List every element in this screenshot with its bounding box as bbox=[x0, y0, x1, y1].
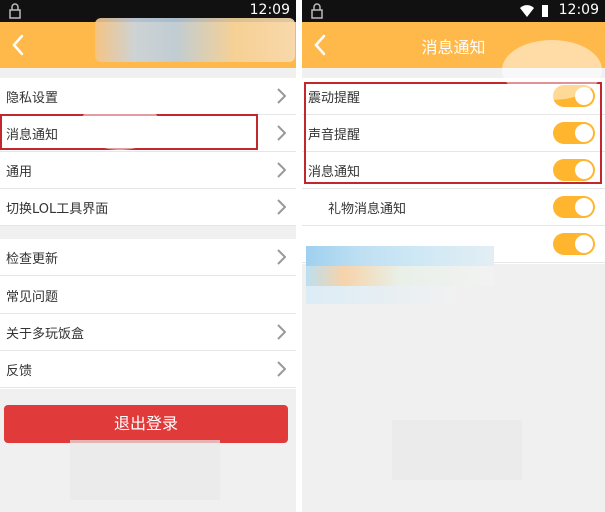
settings-row-switch-lol[interactable]: 切换LOL工具界面 bbox=[0, 189, 296, 226]
wifi-icon bbox=[520, 5, 534, 17]
settings-screen: 12:09 隐私设置 消息通知 通用 切换LOL工具界面 检查更新 常见问题 关… bbox=[0, 0, 296, 512]
toggle-row-vibrate: 震动提醒 bbox=[302, 78, 605, 115]
chevron-right-icon bbox=[277, 361, 286, 377]
status-bar: 12:09 bbox=[302, 0, 605, 22]
toggle-knob bbox=[575, 87, 593, 105]
row-label: 消息通知 bbox=[6, 128, 59, 143]
toggle-5[interactable] bbox=[553, 233, 595, 255]
battery-icon bbox=[542, 5, 548, 17]
lock-icon bbox=[311, 3, 323, 19]
row-label: 常见问题 bbox=[6, 290, 59, 305]
toggle-knob bbox=[575, 235, 593, 253]
watermark-blur bbox=[392, 420, 522, 480]
notification-toggles: 震动提醒 声音提醒 消息通知 礼物消息通知 bbox=[302, 78, 605, 264]
toggle-row-sound: 声音提醒 bbox=[302, 115, 605, 152]
toggle-row-5 bbox=[302, 226, 605, 263]
settings-row-general[interactable]: 通用 bbox=[0, 152, 296, 189]
logout-button[interactable]: 退出登录 bbox=[4, 405, 288, 443]
toggle-knob bbox=[575, 198, 593, 216]
row-label: 反馈 bbox=[6, 364, 33, 379]
status-time: 12:09 bbox=[249, 2, 290, 18]
page-title: 消息通知 bbox=[421, 38, 486, 57]
watermark-blur bbox=[70, 440, 220, 500]
row-label: 声音提醒 bbox=[308, 128, 361, 143]
vibrate-toggle[interactable] bbox=[553, 85, 595, 107]
settings-group-1: 隐私设置 消息通知 通用 切换LOL工具界面 bbox=[0, 78, 296, 226]
settings-row-privacy[interactable]: 隐私设置 bbox=[0, 78, 296, 115]
toggle-row-message: 消息通知 bbox=[302, 152, 605, 189]
lock-icon bbox=[9, 3, 21, 19]
blurred-content bbox=[306, 266, 494, 286]
row-label: 切换LOL工具界面 bbox=[6, 202, 109, 217]
settings-row-feedback[interactable]: 反馈 bbox=[0, 351, 296, 388]
toggle-row-gift: 礼物消息通知 bbox=[302, 189, 605, 226]
settings-row-about[interactable]: 关于多玩饭盒 bbox=[0, 314, 296, 351]
settings-row-check-update[interactable]: 检查更新 bbox=[0, 239, 296, 276]
message-toggle[interactable] bbox=[553, 159, 595, 181]
back-arrow-icon[interactable] bbox=[10, 34, 26, 56]
row-label: 关于多玩饭盒 bbox=[6, 327, 85, 342]
row-label: 隐私设置 bbox=[6, 91, 59, 106]
toggle-knob bbox=[575, 124, 593, 142]
chevron-right-icon bbox=[277, 199, 286, 215]
app-bar bbox=[0, 22, 296, 68]
status-bar: 12:09 bbox=[0, 0, 296, 22]
row-label: 礼物消息通知 bbox=[328, 202, 407, 217]
row-label: 通用 bbox=[6, 165, 33, 180]
notification-settings-screen: 12:09 消息通知 震动提醒 声音提醒 消息通知 礼物消息通知 bbox=[302, 0, 605, 512]
row-label: 消息通知 bbox=[308, 165, 361, 180]
chevron-right-icon bbox=[277, 88, 286, 104]
settings-row-faq[interactable]: 常见问题 bbox=[0, 277, 296, 314]
chevron-right-icon bbox=[277, 162, 286, 178]
gift-toggle[interactable] bbox=[553, 196, 595, 218]
row-label: 检查更新 bbox=[6, 252, 59, 267]
settings-row-notifications[interactable]: 消息通知 bbox=[0, 115, 296, 152]
sound-toggle[interactable] bbox=[553, 122, 595, 144]
row-label: 震动提醒 bbox=[308, 91, 361, 106]
blurred-content bbox=[306, 286, 456, 304]
chevron-right-icon bbox=[277, 249, 286, 265]
chevron-right-icon bbox=[277, 324, 286, 340]
chevron-right-icon bbox=[277, 125, 286, 141]
toggle-knob bbox=[575, 161, 593, 179]
app-bar: 消息通知 bbox=[302, 22, 605, 68]
settings-group-2: 检查更新 常见问题 关于多玩饭盒 反馈 bbox=[0, 239, 296, 389]
status-time: 12:09 bbox=[558, 2, 599, 18]
